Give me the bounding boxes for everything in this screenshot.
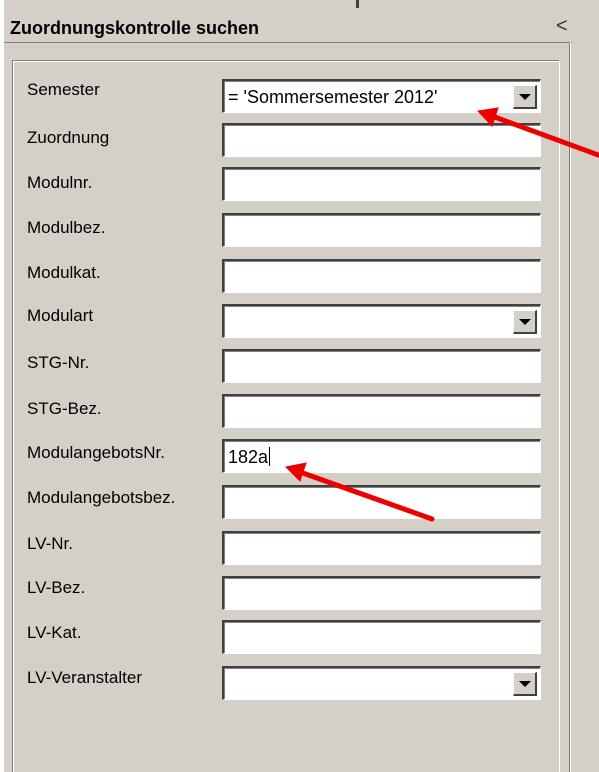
modulangebotsnr-value: 182a bbox=[228, 447, 271, 468]
modulnr-label: Modulnr. bbox=[27, 173, 93, 192]
lv-nr-input[interactable] bbox=[222, 531, 541, 565]
left-edge bbox=[0, 0, 4, 772]
text-caret bbox=[269, 447, 271, 466]
modulart-label: Modulart bbox=[27, 306, 94, 325]
window-title: Zuordnungskontrolle suchen bbox=[10, 18, 260, 38]
modulangebotsbez-label: Modulangebotsbez. bbox=[27, 488, 176, 507]
modulbez-label: Modulbez. bbox=[27, 218, 106, 237]
lv-veranstalter-label: LV-Veranstalter bbox=[27, 668, 142, 687]
modulkat-label: Modulkat. bbox=[27, 263, 101, 282]
lv-bez-input[interactable] bbox=[222, 576, 541, 610]
lv-veranstalter-dropdown[interactable] bbox=[222, 666, 541, 700]
stg-bez-label: STG-Bez. bbox=[27, 399, 102, 418]
lv-kat-input[interactable] bbox=[222, 620, 541, 654]
semester-label: Semester bbox=[27, 80, 100, 99]
modulangebotsnr-input[interactable]: 182a bbox=[222, 439, 541, 473]
stg-nr-input[interactable] bbox=[222, 349, 541, 383]
top-divider-tick bbox=[356, 0, 359, 8]
chevron-down-icon[interactable] bbox=[513, 672, 537, 696]
modulangebotsnr-label: ModulangebotsNr. bbox=[27, 443, 165, 462]
lv-nr-label: LV-Nr. bbox=[27, 534, 73, 553]
lv-kat-label: LV-Kat. bbox=[27, 623, 82, 642]
zuordnung-input[interactable] bbox=[222, 123, 541, 157]
modulnr-input[interactable] bbox=[222, 167, 541, 201]
right-divider-highlight bbox=[570, 42, 571, 772]
title-divider bbox=[4, 42, 572, 43]
stg-bez-input[interactable] bbox=[222, 394, 541, 428]
modulbez-input[interactable] bbox=[222, 213, 541, 247]
collapse-left-icon[interactable]: < bbox=[556, 16, 572, 36]
modulangebotsnr-text: 182a bbox=[228, 447, 269, 467]
chevron-down-icon[interactable] bbox=[513, 85, 537, 109]
chevron-down-icon[interactable] bbox=[513, 310, 537, 334]
stg-nr-label: STG-Nr. bbox=[27, 353, 90, 372]
zuordnung-label: Zuordnung bbox=[27, 128, 110, 147]
modulart-dropdown[interactable] bbox=[222, 304, 541, 338]
modulkat-input[interactable] bbox=[222, 259, 541, 293]
modulangebotsbez-input[interactable] bbox=[222, 485, 541, 519]
search-window: Zuordnungskontrolle suchen < Semester = … bbox=[0, 0, 599, 772]
semester-dropdown[interactable]: = 'Sommersemester 2012' bbox=[222, 79, 541, 113]
semester-value: = 'Sommersemester 2012' bbox=[228, 87, 438, 107]
lv-bez-label: LV-Bez. bbox=[27, 578, 86, 597]
